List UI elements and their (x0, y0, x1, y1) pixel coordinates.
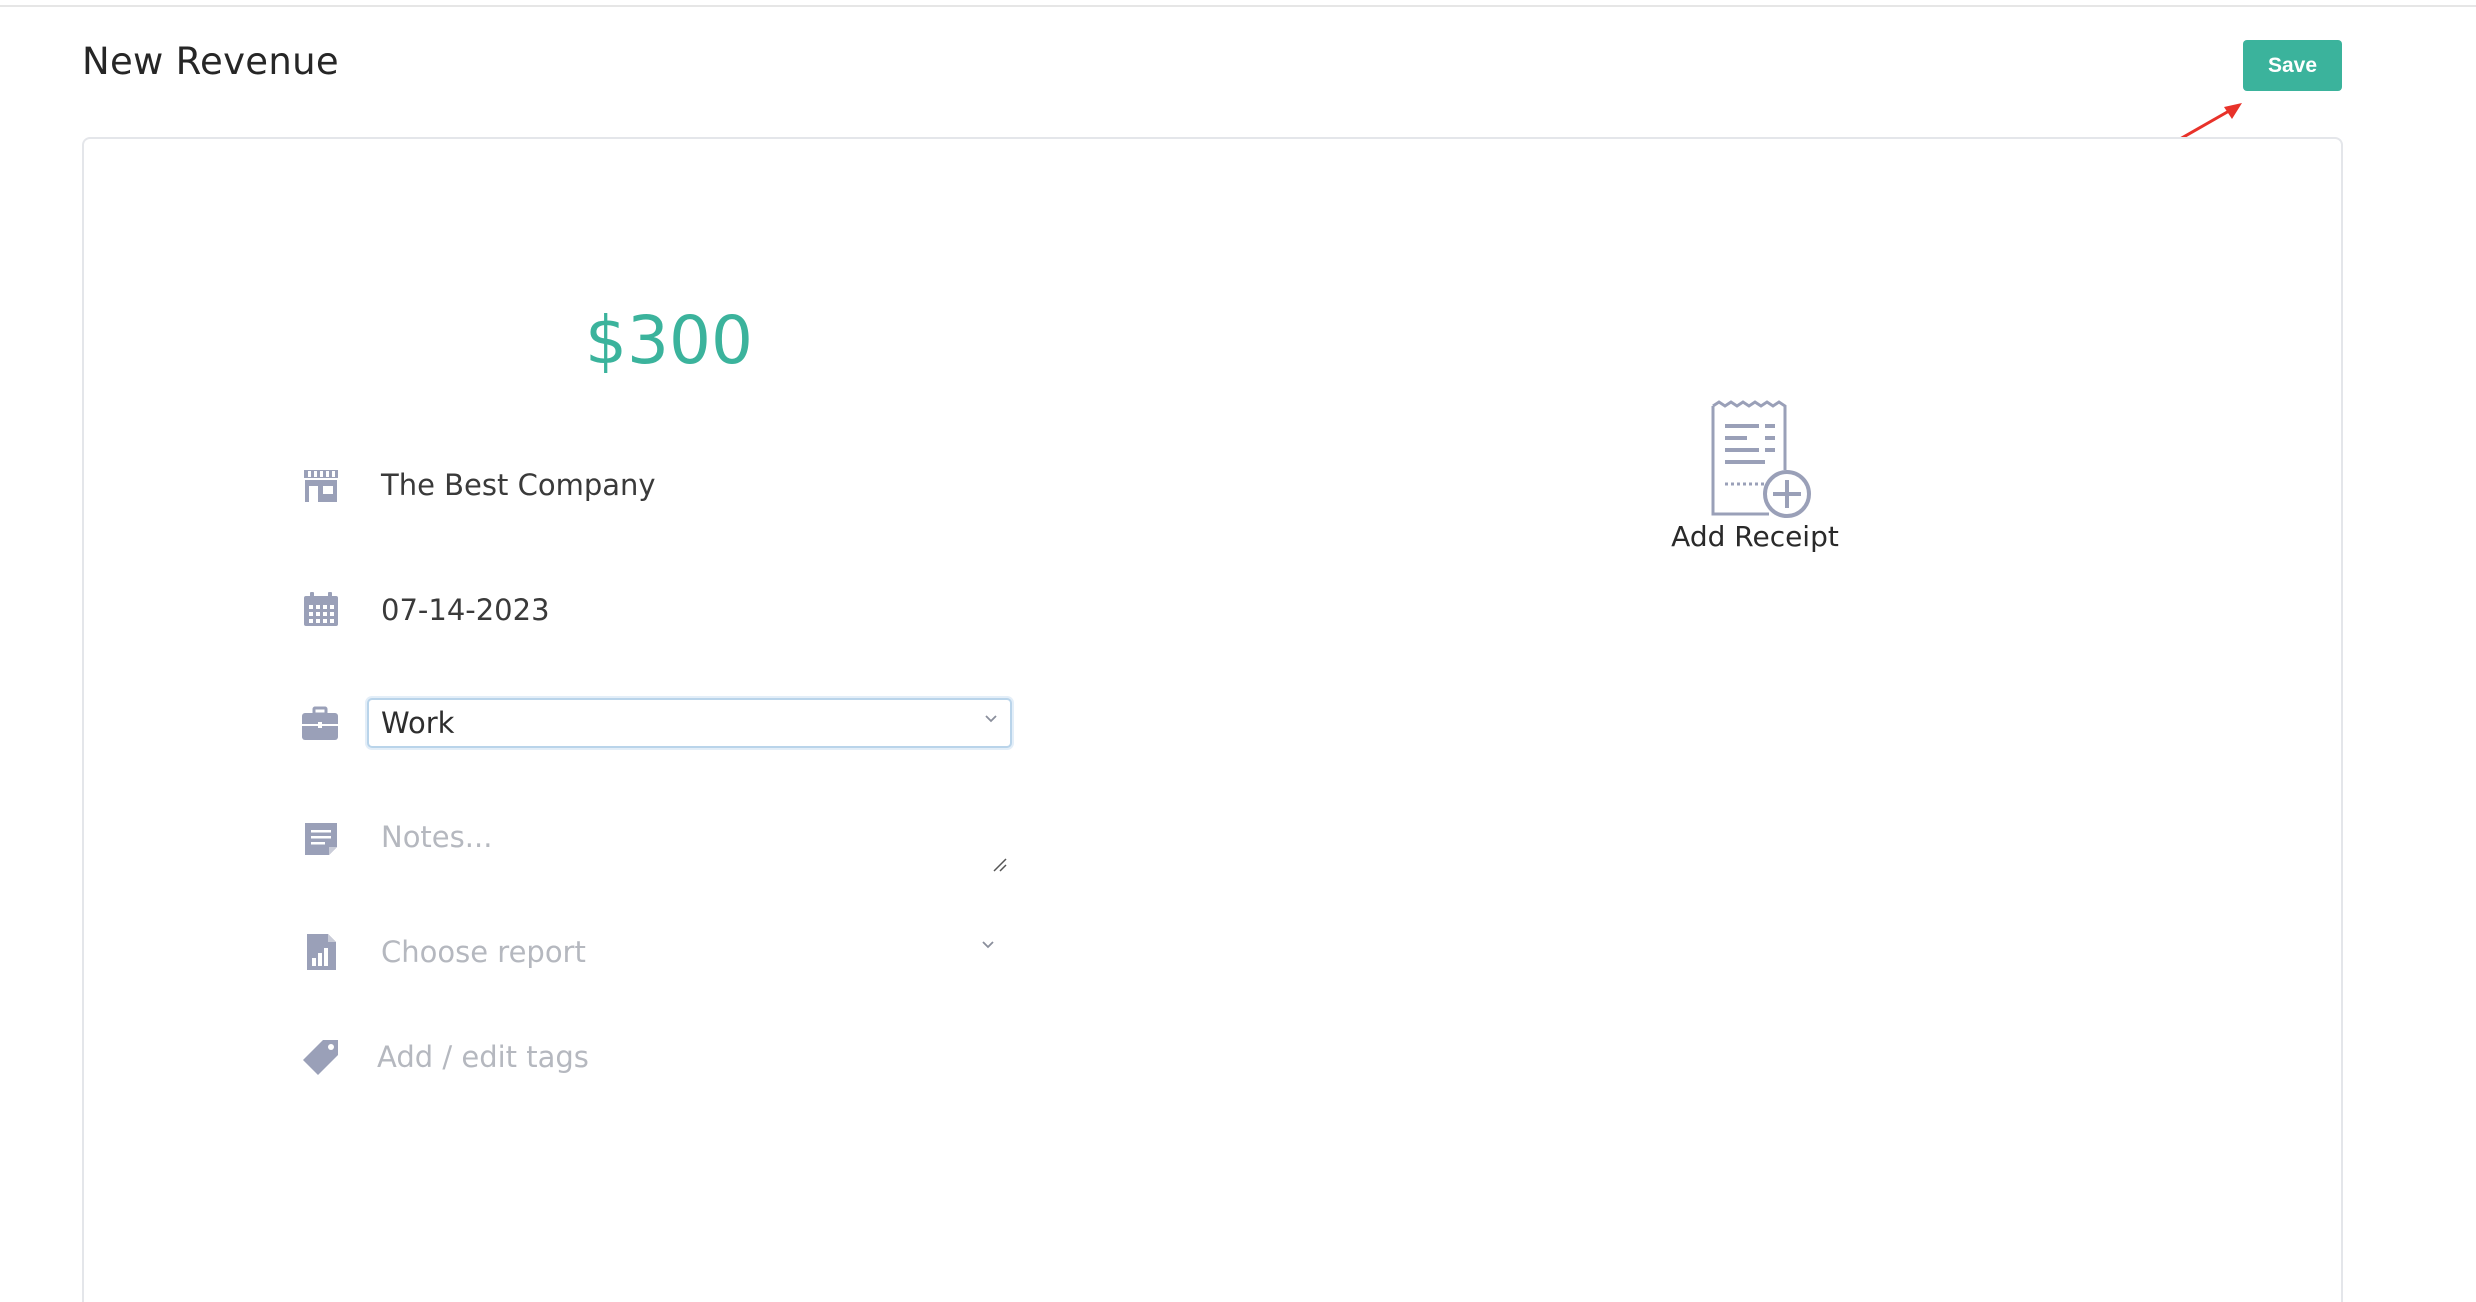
chevron-down-icon (985, 715, 997, 723)
top-divider (0, 0, 2476, 7)
category-select[interactable]: Work (367, 698, 1012, 748)
resize-grip-icon[interactable] (990, 855, 1008, 873)
storefront-icon (299, 464, 343, 508)
add-receipt-button[interactable]: Add Receipt (1660, 400, 1850, 560)
calendar-icon (299, 588, 343, 632)
receipt-add-icon (1711, 400, 1811, 518)
report-chart-icon (299, 930, 343, 974)
notes-placeholder: Notes... (381, 820, 493, 854)
briefcase-icon (298, 702, 342, 746)
report-select[interactable]: Choose report (381, 935, 586, 969)
merchant-name[interactable]: The Best Company (381, 468, 656, 502)
date-value[interactable]: 07-14-2023 (381, 593, 550, 627)
add-receipt-label: Add Receipt (1671, 520, 1839, 553)
save-button[interactable]: Save (2243, 40, 2342, 91)
notes-textarea[interactable]: Notes... (367, 812, 1012, 877)
chevron-down-icon[interactable] (981, 940, 995, 950)
tag-icon (299, 1035, 343, 1079)
tags-input[interactable]: Add / edit tags (377, 1040, 589, 1074)
page-title: New Revenue (82, 40, 339, 83)
note-icon (299, 817, 343, 861)
category-selected-value: Work (381, 706, 455, 740)
amount-display[interactable]: $300 (585, 302, 753, 379)
